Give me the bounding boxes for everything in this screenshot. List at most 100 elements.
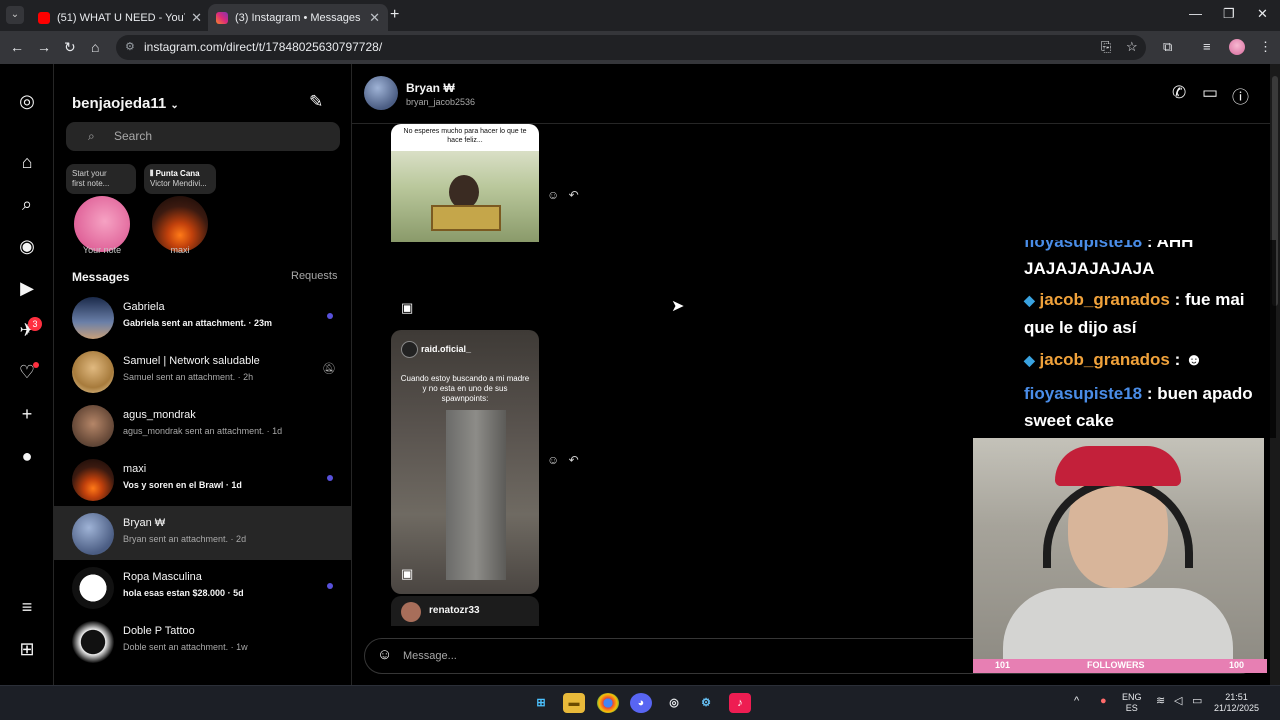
explore-icon[interactable]: ◉ bbox=[14, 233, 40, 259]
thread-preview: Doble sent an attachment. · 1w bbox=[123, 642, 248, 652]
note-line1: Punta Cana bbox=[155, 169, 200, 178]
address-bar[interactable]: ⚙ instagram.com/direct/t/178480256307977… bbox=[116, 35, 1146, 60]
shared-reel[interactable]: renatozr33 bbox=[391, 596, 539, 626]
battery-icon[interactable]: ▭ bbox=[1192, 696, 1202, 707]
thread-name: Gabriela bbox=[123, 301, 165, 313]
stream-chat-overlay: fioyasupiste18 : AHH JAJAJAJAJAJA ◆ jaco… bbox=[1018, 240, 1276, 438]
contact-name[interactable]: Bryan ₩ bbox=[406, 81, 455, 95]
reel-caption: Cuando estoy buscando a mi madre y no es… bbox=[400, 374, 530, 403]
browser-toolbar: ← → ↻ ⌂ ⚙ instagram.com/direct/t/1784802… bbox=[0, 31, 1280, 64]
reel-icon: ▣ bbox=[401, 566, 414, 581]
cube-badge-icon: ◆ bbox=[1024, 292, 1035, 308]
shared-reel[interactable]: No esperes mucho para hacer lo que te ha… bbox=[391, 124, 539, 328]
tab-youtube[interactable]: (51) WHAT U NEED - YouTube ✕ bbox=[30, 4, 210, 31]
thread-preview: Vos y soren en el Brawl · 1d bbox=[123, 480, 242, 490]
messages-badge: 3 bbox=[28, 317, 42, 331]
instagram-favicon-icon bbox=[216, 11, 228, 24]
maximize-icon[interactable]: ❐ bbox=[1223, 6, 1235, 22]
thread-ropa-masculina[interactable]: Ropa Masculina hola esas estan $28.000 ·… bbox=[54, 560, 351, 614]
home-icon[interactable]: ⌂ bbox=[14, 149, 40, 175]
more-menu-icon[interactable]: ≡ bbox=[14, 594, 40, 620]
thread-preview: Bryan sent an attachment. · 2d bbox=[123, 534, 247, 544]
search-icon[interactable]: ⌕ bbox=[14, 191, 40, 217]
message-actions: ☺ ↶ bbox=[547, 453, 579, 467]
requests-link[interactable]: Requests bbox=[291, 270, 337, 282]
webcam-headset bbox=[1043, 478, 1193, 568]
phone-call-icon[interactable]: ✆ bbox=[1172, 83, 1186, 103]
emote-icon: ☻ bbox=[1185, 350, 1203, 369]
profile-avatar-icon[interactable] bbox=[1229, 39, 1245, 55]
clock-date: 21/12/2025 bbox=[1214, 703, 1260, 713]
language-indicator[interactable]: ENG ES bbox=[1122, 692, 1142, 714]
steam-icon[interactable]: ⚙ bbox=[695, 693, 717, 713]
reply-icon[interactable]: ↶ bbox=[569, 453, 579, 467]
home-icon[interactable]: ⌂ bbox=[91, 39, 99, 55]
avatar bbox=[72, 351, 114, 393]
contact-avatar[interactable] bbox=[364, 76, 398, 110]
chat-user: fioyasupiste18 bbox=[1024, 240, 1143, 251]
start-menu-icon[interactable]: ⊞ bbox=[530, 693, 552, 713]
thread-doble-p-tattoo[interactable]: Doble P Tattoo Doble sent an attachment.… bbox=[54, 614, 351, 668]
emoji-picker-icon[interactable]: ☺ bbox=[377, 646, 392, 663]
bookmark-star-icon[interactable]: ☆ bbox=[1126, 39, 1138, 55]
tab-search-button[interactable]: ⌄ bbox=[6, 6, 24, 24]
story-label: maxi bbox=[170, 245, 190, 255]
chat-line: fioyasupiste18 : AHH JAJAJAJAJAJA bbox=[1024, 240, 1276, 282]
thread-gabriela[interactable]: Gabriela Gabriela sent an attachment. · … bbox=[54, 290, 351, 344]
new-message-icon[interactable]: ✎ bbox=[309, 92, 323, 112]
chrome-icon[interactable] bbox=[597, 693, 619, 713]
discord-icon[interactable]: ◕ bbox=[630, 693, 652, 713]
thread-samuel[interactable]: Samuel | Network saludable Samuel sent a… bbox=[54, 344, 351, 398]
note-bubble-own[interactable]: Start your first note... bbox=[66, 164, 136, 194]
tab-instagram[interactable]: (3) Instagram • Messages ✕ bbox=[208, 4, 388, 31]
info-icon[interactable]: ⓘ bbox=[1232, 83, 1249, 108]
minimize-icon[interactable]: — bbox=[1189, 6, 1202, 21]
install-app-icon[interactable]: ⎘ bbox=[1101, 39, 1111, 55]
webcam-body bbox=[1003, 588, 1233, 660]
profile-icon[interactable]: ● bbox=[14, 443, 40, 469]
instagram-logo-icon[interactable]: ◎ bbox=[14, 88, 40, 114]
your-note-avatar[interactable] bbox=[74, 196, 130, 252]
also-from-meta-icon[interactable]: ⊞ bbox=[14, 636, 40, 662]
forward-icon[interactable]: → bbox=[37, 39, 51, 55]
thread-name: Samuel | Network saludable bbox=[123, 355, 260, 367]
react-emoji-icon[interactable]: ☺ bbox=[547, 188, 559, 202]
tray-overflow-icon[interactable]: ^ bbox=[1074, 696, 1079, 707]
avatar bbox=[401, 602, 421, 622]
new-tab-button[interactable]: + bbox=[390, 6, 399, 24]
video-call-icon[interactable]: ▭ bbox=[1202, 83, 1218, 103]
reply-icon[interactable]: ↶ bbox=[569, 188, 579, 202]
thread-maxi[interactable]: maxi Vos y soren en el Brawl · 1d bbox=[54, 452, 351, 506]
react-emoji-icon[interactable]: ☺ bbox=[547, 453, 559, 467]
close-window-icon[interactable]: ✕ bbox=[1257, 6, 1268, 22]
reel-caption: No esperes mucho para hacer lo que te ha… bbox=[391, 124, 539, 151]
back-icon[interactable]: ← bbox=[10, 39, 24, 55]
thread-bryan[interactable]: Bryan ₩ Bryan sent an attachment. · 2d bbox=[54, 506, 351, 560]
thread-agus-mondrak[interactable]: agus_mondrak agus_mondrak sent an attach… bbox=[54, 398, 351, 452]
maxi-note-avatar[interactable] bbox=[152, 196, 208, 252]
microphone-icon[interactable]: ● bbox=[1100, 696, 1107, 707]
volume-icon[interactable]: ◁ bbox=[1174, 696, 1182, 707]
menu-kebab-icon[interactable]: ⋮ bbox=[1259, 39, 1272, 55]
site-info-icon[interactable]: ⚙ bbox=[125, 35, 135, 60]
create-plus-icon[interactable]: + bbox=[14, 401, 40, 427]
media-controls-icon[interactable]: ≡ bbox=[1203, 39, 1211, 54]
clock[interactable]: 21:51 21/12/2025 bbox=[1214, 692, 1259, 714]
account-switcher[interactable]: benjaojeda11 ⌄ bbox=[72, 95, 179, 112]
wifi-icon[interactable]: ≋ bbox=[1156, 696, 1165, 707]
file-explorer-icon[interactable]: ▬ bbox=[563, 693, 585, 713]
extensions-icon[interactable]: ⧉ bbox=[1163, 39, 1172, 55]
reload-icon[interactable]: ↻ bbox=[64, 39, 76, 56]
close-tab-icon[interactable]: ✕ bbox=[369, 10, 380, 26]
note-line2: Victor Mendivi... bbox=[150, 179, 207, 188]
reels-icon[interactable]: ▶ bbox=[14, 275, 40, 301]
avatar bbox=[72, 297, 114, 339]
webcam-cap bbox=[1055, 446, 1181, 486]
shared-reel[interactable]: raid.oficial_ Cuando estoy buscando a mi… bbox=[391, 330, 539, 594]
close-tab-icon[interactable]: ✕ bbox=[191, 10, 202, 26]
reel-thumbnail bbox=[391, 151, 539, 242]
obs-icon[interactable]: ◎ bbox=[663, 693, 685, 713]
note-bubble-maxi[interactable]: ⫴ Punta Cana Victor Mendivi... bbox=[144, 164, 216, 194]
search-input[interactable]: ⌕ Search bbox=[66, 122, 340, 151]
tiktok-icon[interactable]: ♪ bbox=[729, 693, 751, 713]
